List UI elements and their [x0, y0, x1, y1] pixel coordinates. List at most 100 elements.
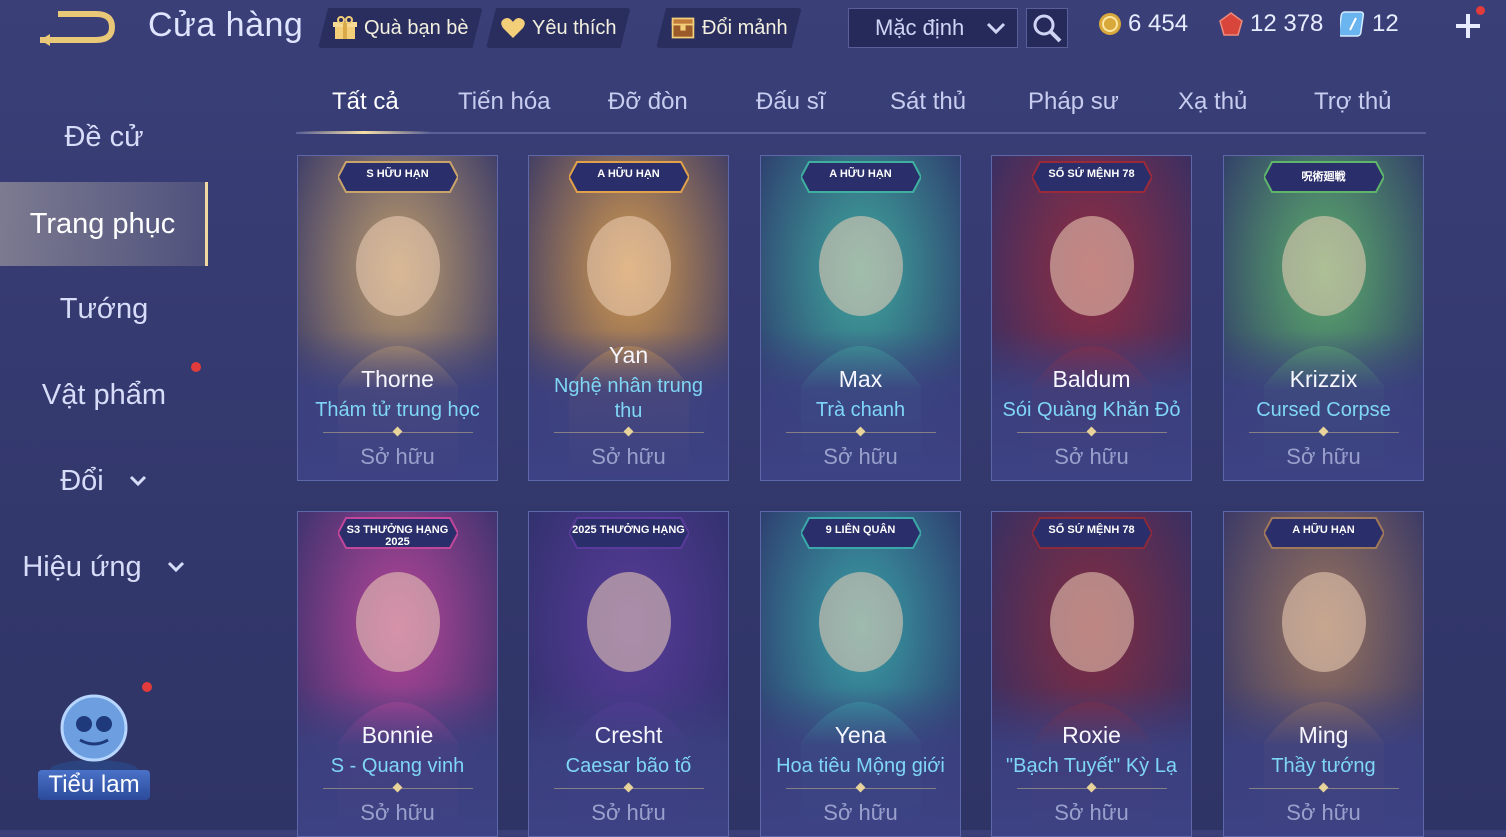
- skin-name: "Bạch Tuyết" Kỳ Lạ: [1006, 755, 1177, 777]
- skin-tier-badge-text: SỐ SỨ MỆNH 78: [1048, 524, 1135, 536]
- notification-dot: [1476, 6, 1485, 15]
- tab-evolution[interactable]: Tiến hóa: [458, 88, 551, 116]
- sidebar-item-effects[interactable]: Hiệu ứng: [0, 532, 208, 602]
- sort-dropdown[interactable]: Mặc định: [848, 8, 1018, 48]
- skin-card[interactable]: S3 THƯỞNG HẠNG 2025 Bonnie S - Quang vinh S…: [297, 511, 498, 837]
- skin-name: Caesar bão tố: [565, 755, 692, 777]
- sidebar-item-label: Vật phẩm: [41, 378, 167, 411]
- skin-tier-badge: 9 LIÊN QUÂN: [799, 516, 922, 555]
- skin-tier-badge: SỐ SỨ MỆNH 78: [1030, 516, 1153, 555]
- skin-tier-badge: SỐ SỨ MỆNH 78: [1030, 160, 1153, 199]
- tab-tank[interactable]: Đỡ đòn: [608, 88, 688, 116]
- active-tab-indicator: [296, 131, 432, 134]
- skin-tier-badge-text: A HỮU HẠN: [829, 168, 892, 180]
- owned-status: Sở hữu: [1054, 444, 1129, 469]
- sidebar-item-recommended[interactable]: Đề cử: [0, 102, 208, 172]
- skin-tier-badge-text: A HỮU HẠN: [1292, 524, 1355, 536]
- hero-name: Krizzix: [1289, 366, 1358, 392]
- sidebar-item-items[interactable]: Vật phẩm: [0, 360, 208, 430]
- skin-card[interactable]: S HỮU HẠN Thorne Thám tử trung học Sở hữu: [297, 155, 498, 481]
- owned-status: Sở hữu: [591, 444, 666, 469]
- owned-status: Sở hữu: [360, 444, 435, 469]
- skin-tier-badge: S3 THƯỞNG HẠNG 2025: [336, 516, 459, 555]
- owned-status: Sở hữu: [1286, 444, 1361, 469]
- chevron-down-icon: [167, 561, 184, 573]
- card-divider: [1249, 782, 1399, 793]
- skin-name: Thám tử trung học: [315, 399, 480, 421]
- owned-status: Sở hữu: [360, 800, 435, 825]
- voucher-icon: [1340, 11, 1365, 37]
- gold-coin-icon: [1099, 13, 1121, 35]
- sidebar-item-label: Đề cử: [64, 120, 144, 153]
- skin-name: Sói Quàng Khăn Đỏ: [1002, 399, 1181, 421]
- gift-icon: [332, 15, 358, 41]
- skin-tier-badge-text: SỐ SỨ MỆNH 78: [1048, 168, 1135, 180]
- skin-name: S - Quang vinh: [330, 755, 465, 777]
- skin-card[interactable]: SỐ SỨ MỆNH 78 Roxie "Bạch Tuyết" Kỳ Lạ Sở h…: [991, 511, 1192, 837]
- favorites-label: Yêu thích: [532, 16, 617, 39]
- tab-mage[interactable]: Pháp sư: [1028, 88, 1119, 116]
- search-button[interactable]: [1026, 8, 1068, 48]
- voucher-balance: 12: [1340, 10, 1399, 38]
- card-divider: [323, 426, 473, 437]
- hero-name: Cresht: [594, 722, 663, 748]
- owned-status: Sở hữu: [1286, 800, 1361, 825]
- card-divider: [1017, 782, 1167, 793]
- sidebar-item-label: Tướng: [59, 292, 149, 325]
- skin-card[interactable]: 9 LIÊN QUÂN Yena Hoa tiêu Mộng giới Sở hữu: [760, 511, 961, 837]
- card-divider: [1017, 426, 1167, 437]
- tab-assassin[interactable]: Sát thủ: [890, 88, 966, 116]
- ruby-value: 12 378: [1250, 10, 1324, 37]
- back-button[interactable]: [36, 8, 116, 46]
- skin-tier-badge: A HỮU HẠN: [799, 160, 922, 199]
- voucher-value: 12: [1372, 10, 1399, 37]
- tab-marksman[interactable]: Xạ thủ: [1178, 88, 1247, 116]
- skin-tier-badge-text: S3 THƯỞNG HẠNG 2025: [346, 524, 449, 548]
- category-tabs: Tất cả Tiến hóa Đỡ đòn Đấu sĩ Sát thủ Ph…: [296, 80, 1426, 134]
- skin-tier-badge-text: 9 LIÊN QUÂN: [825, 524, 896, 536]
- card-divider: [323, 782, 473, 793]
- favorites-button[interactable]: Yêu thích: [486, 8, 631, 48]
- hero-name: Ming: [1298, 722, 1349, 748]
- card-divider: [554, 782, 704, 793]
- owned-status: Sở hữu: [823, 444, 898, 469]
- skin-card[interactable]: A HỮU HẠN Ming Thầy tướng Sở hữu: [1223, 511, 1424, 837]
- hero-name: Max: [838, 366, 883, 392]
- skin-name: Nghệ nhân trung thu: [553, 375, 703, 422]
- tieu-lam-notification-dot: [142, 682, 152, 692]
- card-divider: [786, 782, 936, 793]
- gold-balance: 6 454: [1098, 10, 1188, 38]
- tab-support[interactable]: Trợ thủ: [1314, 88, 1392, 116]
- skin-card[interactable]: A HỮU HẠN Yan Nghệ nhân trung thu Sở hữu: [528, 155, 729, 481]
- tab-all[interactable]: Tất cả: [332, 88, 399, 116]
- tab-fighter[interactable]: Đấu sĩ: [756, 88, 825, 116]
- skin-card[interactable]: 2025 THƯỞNG HẠNG Cresht Caesar bão tố Sở hữ…: [528, 511, 729, 837]
- top-bar: Cửa hàng Quà bạn bè Yêu thích Đổi mảnh M…: [0, 0, 1506, 56]
- sidebar-item-exchange[interactable]: Đổi: [0, 446, 208, 516]
- chevron-down-icon: [129, 475, 146, 487]
- hero-name: Baldum: [1052, 366, 1131, 392]
- card-divider: [1249, 426, 1399, 437]
- skin-card[interactable]: A HỮU HẠN Max Trà chanh Sở hữu: [760, 155, 961, 481]
- skin-name: Thầy tướng: [1271, 755, 1376, 777]
- hero-name: Thorne: [361, 366, 434, 392]
- sidebar-item-skins[interactable]: Trang phục: [0, 182, 208, 266]
- hero-name: Yan: [608, 342, 649, 368]
- skin-tier-badge: 呪術廻戦: [1262, 160, 1385, 199]
- gold-value: 6 454: [1128, 10, 1189, 37]
- owned-status: Sở hữu: [591, 800, 666, 825]
- exchange-shards-button[interactable]: Đổi mảnh: [656, 8, 802, 48]
- owned-status: Sở hữu: [1054, 800, 1129, 825]
- tieu-lam-label: Tiểu lam: [38, 770, 150, 800]
- search-icon: [1033, 14, 1062, 43]
- sidebar-item-heroes[interactable]: Tướng: [0, 274, 208, 344]
- chevron-down-icon: [986, 22, 1006, 35]
- hero-name: Yena: [834, 722, 887, 748]
- card-divider: [786, 426, 936, 437]
- skin-tier-badge: A HỮU HẠN: [567, 160, 690, 199]
- skin-card[interactable]: SỐ SỨ MỆNH 78 Baldum Sói Quàng Khăn Đỏ Sở h…: [991, 155, 1192, 481]
- skin-tier-badge: S HỮU HẠN: [336, 160, 459, 199]
- friend-gift-button[interactable]: Quà bạn bè: [318, 8, 483, 48]
- hero-name: Bonnie: [361, 722, 434, 748]
- skin-card[interactable]: 呪術廻戦 Krizzix Cursed Corpse Sở hữu: [1223, 155, 1424, 481]
